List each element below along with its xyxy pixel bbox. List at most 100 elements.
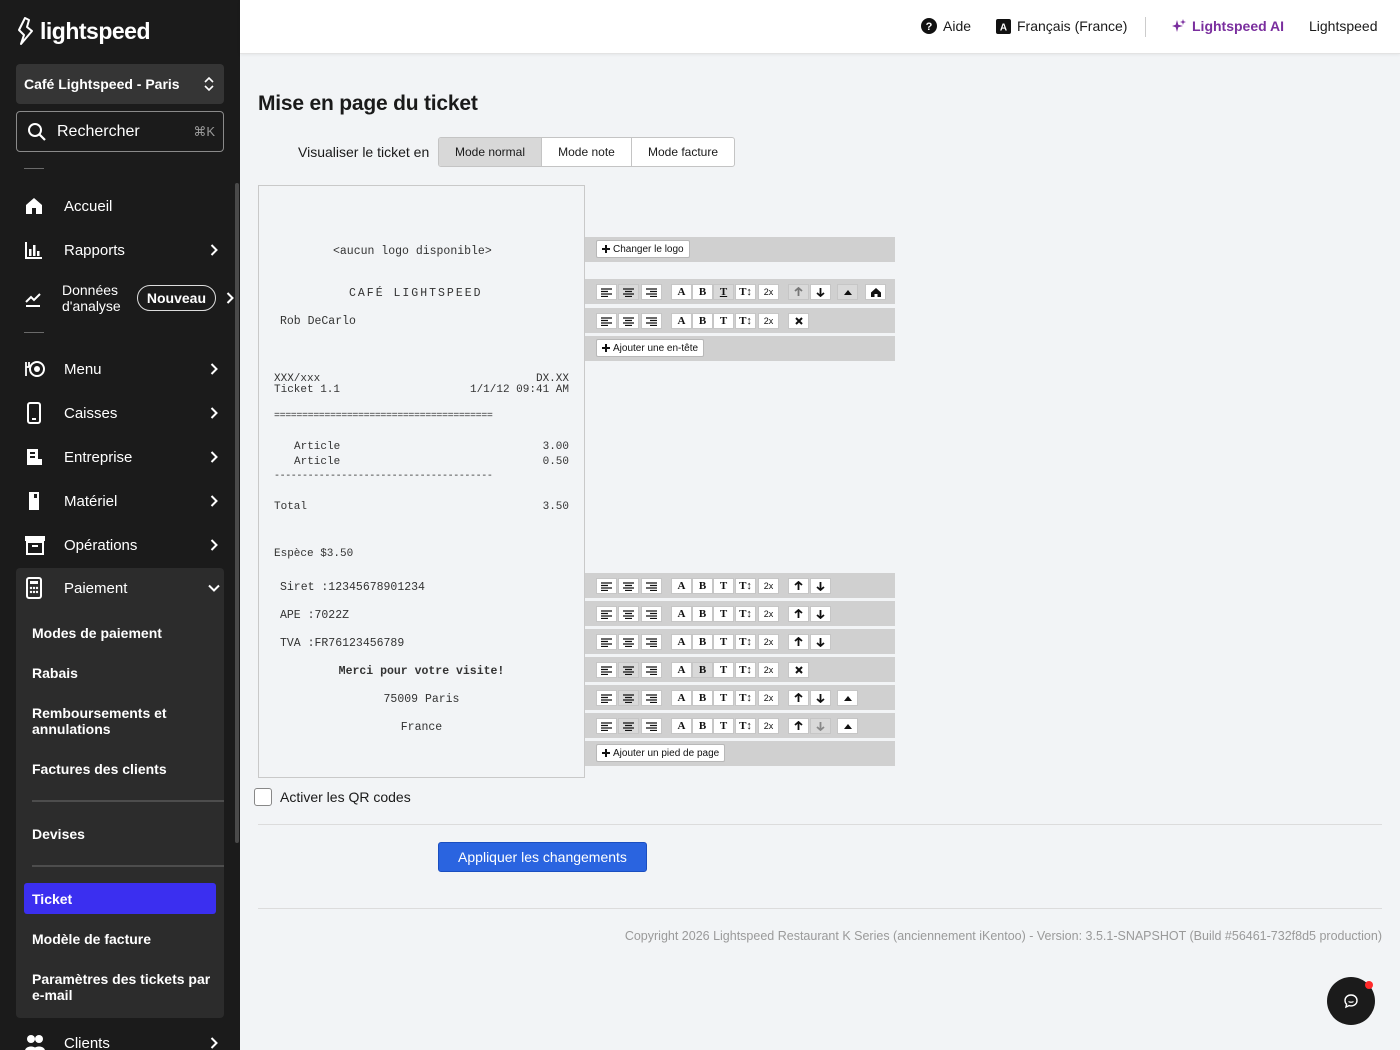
align-right-button[interactable]: [641, 662, 662, 678]
font-t-button[interactable]: T: [713, 690, 734, 706]
font-size-button[interactable]: T↕: [735, 313, 756, 329]
language-selector[interactable]: A Français (France): [996, 18, 1127, 34]
font-size-button[interactable]: T↕: [735, 634, 756, 650]
font-a-button[interactable]: A: [671, 718, 692, 734]
double-size-button[interactable]: 2x: [758, 284, 779, 300]
align-center-button[interactable]: [618, 662, 639, 678]
double-size-button[interactable]: 2x: [758, 606, 779, 622]
move-up-button[interactable]: [788, 606, 809, 622]
font-a-button[interactable]: A: [671, 662, 692, 678]
font-t-button[interactable]: T: [713, 718, 734, 734]
align-right-button[interactable]: [641, 578, 662, 594]
align-center-button[interactable]: [618, 690, 639, 706]
collapse-button[interactable]: [837, 284, 858, 300]
font-a-button[interactable]: A: [671, 634, 692, 650]
font-size-button[interactable]: T↕: [735, 284, 756, 300]
mode-facture-button[interactable]: Mode facture: [632, 138, 734, 166]
font-size-button[interactable]: T↕: [735, 718, 756, 734]
align-left-button[interactable]: [596, 690, 617, 706]
account-menu[interactable]: Lightspeed: [1309, 18, 1378, 34]
double-size-button[interactable]: 2x: [758, 313, 779, 329]
nav-menu[interactable]: Menu: [16, 349, 224, 389]
bold-button[interactable]: B: [692, 313, 713, 329]
double-size-button[interactable]: 2x: [758, 662, 779, 678]
font-t-button[interactable]: T: [713, 284, 734, 300]
align-left-button[interactable]: [596, 313, 617, 329]
align-right-button[interactable]: [641, 284, 662, 300]
align-right-button[interactable]: [641, 606, 662, 622]
bold-button[interactable]: B: [692, 718, 713, 734]
align-right-button[interactable]: [641, 718, 662, 734]
sub-rabais[interactable]: Rabais: [32, 665, 224, 681]
font-a-button[interactable]: A: [671, 578, 692, 594]
nav-paiement[interactable]: Paiement: [16, 568, 224, 608]
font-size-button[interactable]: T↕: [735, 578, 756, 594]
double-size-button[interactable]: 2x: [758, 578, 779, 594]
align-center-button[interactable]: [618, 606, 639, 622]
qr-codes-option[interactable]: Activer les QR codes: [254, 788, 411, 806]
font-t-button[interactable]: T: [713, 578, 734, 594]
align-center-button[interactable]: [618, 313, 639, 329]
font-t-button[interactable]: T: [713, 313, 734, 329]
move-up-button[interactable]: [788, 284, 809, 300]
add-footer-button[interactable]: Ajouter un pied de page: [596, 744, 726, 762]
font-t-button[interactable]: T: [713, 634, 734, 650]
font-size-button[interactable]: T↕: [735, 662, 756, 678]
align-left-button[interactable]: [596, 284, 617, 300]
sub-ticket[interactable]: Ticket: [32, 891, 224, 907]
collapse-button[interactable]: [837, 718, 858, 734]
delete-button[interactable]: [788, 662, 809, 678]
help-link[interactable]: ? Aide: [921, 18, 971, 34]
align-left-button[interactable]: [596, 578, 617, 594]
nav-rapports[interactable]: Rapports: [16, 230, 224, 270]
change-logo-button[interactable]: Changer le logo: [596, 240, 690, 258]
mode-normal-button[interactable]: Mode normal: [439, 138, 542, 166]
double-size-button[interactable]: 2x: [758, 634, 779, 650]
font-a-button[interactable]: A: [671, 690, 692, 706]
qr-codes-checkbox[interactable]: [254, 788, 272, 806]
align-right-button[interactable]: [641, 690, 662, 706]
sub-remboursements[interactable]: Remboursements et annulations: [32, 705, 224, 737]
sidebar-scrollbar[interactable]: [235, 183, 239, 843]
align-center-button[interactable]: [618, 578, 639, 594]
double-size-button[interactable]: 2x: [758, 690, 779, 706]
align-right-button[interactable]: [641, 313, 662, 329]
move-up-button[interactable]: [788, 718, 809, 734]
bold-button[interactable]: B: [692, 606, 713, 622]
sub-devises[interactable]: Devises: [32, 826, 224, 842]
apply-changes-button[interactable]: Appliquer les changements: [438, 842, 647, 872]
align-left-button[interactable]: [596, 634, 617, 650]
bold-button[interactable]: B: [692, 578, 713, 594]
font-size-button[interactable]: T↕: [735, 690, 756, 706]
sub-modes-paiement[interactable]: Modes de paiement: [32, 625, 224, 641]
mode-note-button[interactable]: Mode note: [542, 138, 632, 166]
double-size-button[interactable]: 2x: [758, 718, 779, 734]
align-left-button[interactable]: [596, 662, 617, 678]
font-t-button[interactable]: T: [713, 606, 734, 622]
nav-materiel[interactable]: Matériel: [16, 481, 224, 521]
nav-caisses[interactable]: Caisses: [16, 393, 224, 433]
align-right-button[interactable]: [641, 634, 662, 650]
bold-button[interactable]: B: [692, 634, 713, 650]
align-center-button[interactable]: [618, 284, 639, 300]
move-down-button[interactable]: [810, 606, 831, 622]
move-up-button[interactable]: [788, 578, 809, 594]
move-up-button[interactable]: [788, 634, 809, 650]
bold-button[interactable]: B: [692, 690, 713, 706]
nav-entreprise[interactable]: Entreprise: [16, 437, 224, 477]
sub-modele-facture[interactable]: Modèle de facture: [32, 931, 224, 947]
nav-donnees-analyse[interactable]: Données d'analyse Nouveau: [16, 278, 236, 318]
bold-button[interactable]: B: [692, 662, 713, 678]
sub-factures-clients[interactable]: Factures des clients: [32, 761, 224, 777]
add-header-button[interactable]: Ajouter une en-tête: [596, 339, 705, 357]
move-down-button[interactable]: [810, 718, 831, 734]
nav-operations[interactable]: Opérations: [16, 525, 224, 565]
search-button[interactable]: Rechercher ⌘K: [16, 111, 224, 152]
move-down-button[interactable]: [810, 578, 831, 594]
move-down-button[interactable]: [810, 690, 831, 706]
align-center-button[interactable]: [618, 718, 639, 734]
align-center-button[interactable]: [618, 634, 639, 650]
home-button[interactable]: [865, 284, 886, 300]
font-size-button[interactable]: T↕: [735, 606, 756, 622]
move-down-button[interactable]: [810, 634, 831, 650]
